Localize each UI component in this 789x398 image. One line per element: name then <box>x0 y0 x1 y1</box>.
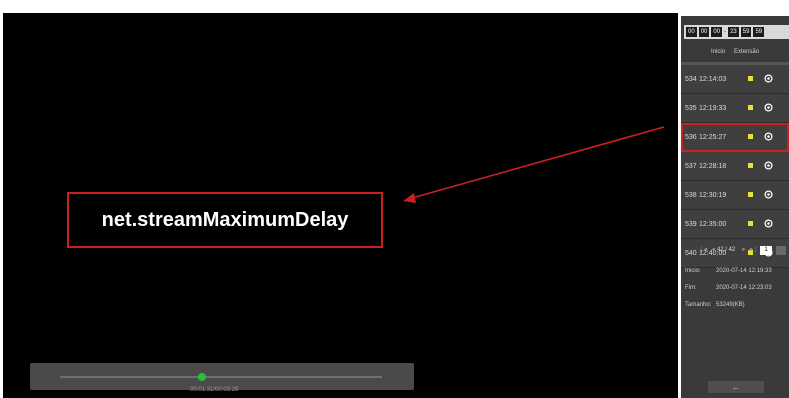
list-column-headers: Inicio Extensão <box>681 46 789 62</box>
recording-time: 12:30:19 <box>699 192 727 199</box>
time-display: 00:01:31/00:03:29 <box>190 387 239 393</box>
recording-row[interactable]: 535 12:19:33 <box>681 94 789 123</box>
annotation-box: net.streamMaximumDelay <box>67 192 383 248</box>
page-number-input[interactable]: 1 <box>760 246 772 255</box>
range-start-minute[interactable]: 00 <box>698 27 710 37</box>
recording-row[interactable]: 538 12:30:19 <box>681 181 789 210</box>
range-end-second[interactable]: 59 <box>753 27 765 37</box>
playback-progress-panel <box>30 363 414 390</box>
range-end-minute[interactable]: 59 <box>740 27 752 37</box>
play-icon[interactable] <box>764 161 773 170</box>
progress-track[interactable] <box>60 376 382 378</box>
recording-id: 539 <box>685 221 697 228</box>
range-separator: - <box>724 29 727 35</box>
info-size-value: 53249(KB) <box>716 302 745 308</box>
page-prev-button[interactable]: |◄ ◄ <box>701 247 716 253</box>
column-header-length: Extensão <box>734 49 760 55</box>
back-button[interactable]: ← <box>708 381 764 393</box>
annotation-text: net.streamMaximumDelay <box>101 208 349 231</box>
pagination: |◄ ◄ 42 / 42 ► ►| 1 <box>681 244 789 258</box>
recording-id: 536 <box>685 134 697 141</box>
play-icon[interactable] <box>764 219 773 228</box>
recording-row[interactable]: 534 12:14:03 <box>681 65 789 94</box>
play-icon[interactable] <box>764 103 773 112</box>
column-header-start: Inicio <box>711 49 726 55</box>
recording-marker-icon <box>748 192 753 197</box>
info-start-label: Inicio: <box>685 268 701 274</box>
range-start-hour[interactable]: 00 <box>686 27 697 37</box>
page-next-button[interactable]: ► ►| <box>741 247 756 253</box>
progress-handle[interactable] <box>197 373 206 381</box>
info-end-value: 2020-07-14 12:23:03 <box>716 285 772 291</box>
recording-id: 538 <box>685 192 697 199</box>
recording-time: 12:35:00 <box>699 221 727 228</box>
recording-marker-icon <box>748 105 753 110</box>
recording-time: 12:14:03 <box>699 76 727 83</box>
app-root: net.streamMaximumDelay 00:01:31/00:03:29… <box>0 0 789 398</box>
recording-row[interactable]: 539 12:35:00 <box>681 210 789 239</box>
video-viewport[interactable]: net.streamMaximumDelay <box>3 13 678 398</box>
play-icon[interactable] <box>764 132 773 141</box>
recording-row[interactable]: 536 12:25:27 <box>681 123 789 152</box>
recording-marker-icon <box>748 76 753 81</box>
recording-marker-icon <box>748 163 753 168</box>
recording-marker-icon <box>748 221 753 226</box>
recording-row[interactable]: 537 12:28:18 <box>681 152 789 181</box>
page-count: 42 / 42 <box>717 247 736 253</box>
play-icon[interactable] <box>764 74 773 83</box>
info-start-value: 2020-07-14 12:19:33 <box>716 268 772 274</box>
recording-info: Inicio: 2020-07-14 12:19:33 Fim: 2020-07… <box>681 264 789 315</box>
range-start-second[interactable]: 00 <box>711 27 723 37</box>
recording-sidepanel: 00 00 00 - 23 59 59 Inicio Extensão 534 1… <box>681 16 789 398</box>
play-icon[interactable] <box>764 190 773 199</box>
page-go-button[interactable] <box>776 246 786 255</box>
recording-id: 537 <box>685 163 697 170</box>
recording-id: 535 <box>685 105 697 112</box>
recording-time: 12:28:18 <box>699 163 727 170</box>
recording-id: 534 <box>685 76 697 83</box>
recording-time: 12:25:27 <box>699 134 727 141</box>
info-end-label: Fim: <box>685 285 697 291</box>
time-range-filter[interactable]: 00 00 00 - 23 59 59 <box>684 25 789 39</box>
recording-time: 12:19:33 <box>699 105 727 112</box>
recording-marker-icon <box>748 134 753 139</box>
info-size-label: Tamanho: <box>685 302 712 308</box>
range-end-hour[interactable]: 23 <box>728 27 739 37</box>
